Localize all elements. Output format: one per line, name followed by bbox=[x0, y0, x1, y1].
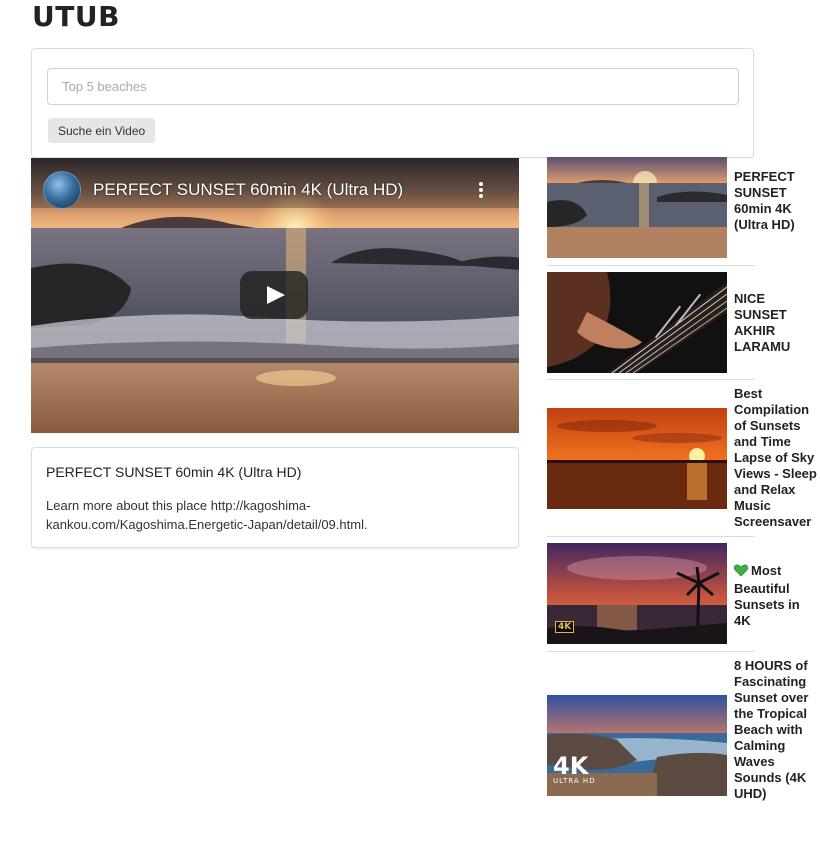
4k-badge: 4K bbox=[555, 621, 575, 633]
video-thumbnail[interactable] bbox=[547, 408, 727, 509]
video-thumbnail[interactable]: 4K bbox=[547, 543, 727, 644]
divider bbox=[547, 379, 755, 380]
divider bbox=[547, 651, 755, 652]
app-title: UTUB bbox=[32, 0, 120, 33]
more-vert-icon[interactable] bbox=[473, 180, 489, 200]
sidebar-video-item[interactable]: 4K ULTRA HD 8 HOURS of Fascinating Sunse… bbox=[547, 658, 808, 838]
video-player[interactable]: PERFECT SUNSET 60min 4K (Ultra HD) bbox=[31, 158, 519, 433]
video-thumbnail[interactable]: 4K ULTRA HD bbox=[547, 695, 727, 796]
green-heart-icon bbox=[733, 564, 749, 581]
video-detail-title: PERFECT SUNSET 60min 4K (Ultra HD) bbox=[46, 464, 302, 480]
4k-ultra-hd-logo: 4K ULTRA HD bbox=[553, 752, 596, 785]
sidebar-video-title[interactable]: 8 HOURS of Fascinating Sunset over the T… bbox=[734, 658, 819, 802]
video-detail-description: Learn more about this place http://kagos… bbox=[46, 498, 368, 532]
channel-avatar[interactable] bbox=[43, 171, 81, 209]
sidebar-video-item[interactable]: Best Compilation of Sunsets and Time Lap… bbox=[547, 386, 817, 529]
play-icon[interactable] bbox=[240, 271, 308, 319]
player-title[interactable]: PERFECT SUNSET 60min 4K (Ultra HD) bbox=[93, 180, 403, 200]
video-thumbnail[interactable] bbox=[547, 157, 727, 258]
sidebar-video-item[interactable]: PERFECT SUNSET 60min 4K (Ultra HD) bbox=[547, 157, 795, 260]
search-input[interactable] bbox=[47, 68, 739, 105]
divider bbox=[547, 536, 755, 537]
search-button[interactable]: Suche ein Video bbox=[48, 118, 156, 143]
video-detail-card: PERFECT SUNSET 60min 4K (Ultra HD) Learn… bbox=[31, 447, 519, 548]
sidebar-video-title[interactable]: PERFECT SUNSET 60min 4K (Ultra HD) bbox=[734, 169, 819, 233]
sidebar-video-item[interactable]: NICE SUNSET AKHIR LARAMU bbox=[547, 272, 790, 373]
sidebar-video-title[interactable]: NICE SUNSET AKHIR LARAMU bbox=[734, 291, 819, 355]
video-thumbnail[interactable] bbox=[547, 272, 727, 373]
sidebar-video-title-wrap[interactable]: Most Beautiful Sunsets in 4K bbox=[733, 563, 819, 629]
divider bbox=[547, 265, 755, 266]
sidebar-video-item[interactable]: 4K Most Beautiful Sunsets in 4K bbox=[547, 543, 800, 644]
search-card: Suche ein Video bbox=[31, 48, 754, 158]
sidebar-video-title[interactable]: Best Compilation of Sunsets and Time Lap… bbox=[734, 386, 819, 530]
